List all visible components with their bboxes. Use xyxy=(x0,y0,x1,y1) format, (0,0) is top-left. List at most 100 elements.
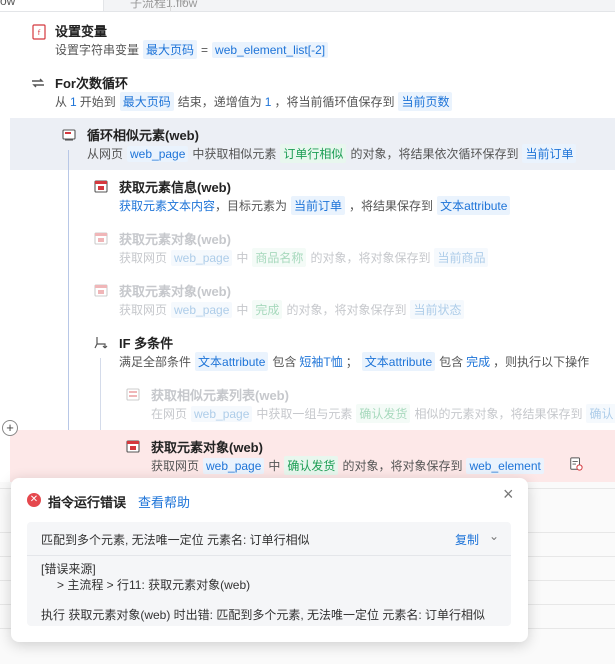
step-description: 满足全部条件 文本attribute 包含 短袖T恤；文本attribute 包含 完成，… xyxy=(119,352,589,371)
step-get-similar-list-disabled[interactable]: 获取相似元素列表(web) 在网页 web_page 中获取一组与元素 确认发货 相似的… xyxy=(10,378,615,430)
desc-text: 获取网页 xyxy=(119,251,168,265)
chevron-down-icon[interactable]: ⌄ xyxy=(489,529,499,543)
desc-text: 中 xyxy=(236,251,249,265)
tab-add-button[interactable]: + xyxy=(170,0,200,11)
element-tag: 确认发货 xyxy=(284,456,339,475)
desc-text: 中获取相似元素 xyxy=(192,147,277,161)
desc-text: 获取网页 xyxy=(151,459,200,473)
close-icon[interactable]: × xyxy=(503,484,514,505)
step-set-variable[interactable]: f 设置变量 设置字符串变量 最大页码 = web_element_list[-2] xyxy=(10,14,615,64)
divider xyxy=(27,555,511,556)
desc-text: 的对象，将对象保存到 xyxy=(310,251,431,265)
step-get-element-info[interactable]: 获取元素信息(web) 获取元素文本内容，目标元素为 当前订单 ，将结果保存到 文本a… xyxy=(10,170,615,222)
loop-icon xyxy=(32,78,44,88)
save-tag: web_element xyxy=(466,458,544,474)
step-title: 获取相似元素列表(web) xyxy=(151,388,289,403)
error-details-box: 匹配到多个元素, 无法唯一定位 元素名: 订单行相似 复制 ⌄ [错误来源] >… xyxy=(27,522,511,626)
save-tag: 当前商品 xyxy=(434,248,489,267)
value-tag: web_element_list[-2] xyxy=(212,42,329,58)
step-for-loop[interactable]: For次数循环 从 1 开始到 最大页码 结束，递增值为 1 ，将当前循环值保存到 当前页数 xyxy=(10,66,615,118)
tab-main-flow[interactable]: ow xyxy=(0,0,104,11)
step-get-element-object-error[interactable]: 获取元素对象(web) 获取网页 web_page 中确认发货 的对象，将对象保存到 w… xyxy=(10,430,615,482)
help-link[interactable]: 查看帮助 xyxy=(138,492,190,511)
step-description: 获取网页 web_page 中完成 的对象，将对象保存到 当前状态 xyxy=(119,300,468,319)
desc-text: 开始到 xyxy=(79,95,116,109)
step-get-element-object-disabled[interactable]: 获取元素对象(web) 获取网页 web_page 中完成 的对象，将对象保存到 当前状… xyxy=(10,274,615,326)
desc-text: 的对象，将对象保存到 xyxy=(286,303,407,317)
step-description: 从 1 开始到 最大页码 结束，递增值为 1 ，将当前循环值保存到 当前页数 xyxy=(55,92,456,111)
desc-text: 在网页 xyxy=(151,407,188,421)
desc-text: 的对象，将结果依次循环保存到 xyxy=(350,147,519,161)
element-tag: 商品名称 xyxy=(252,248,307,267)
condition-var-tag: 文本attribute xyxy=(195,352,269,371)
page-tag: web_page xyxy=(127,146,189,162)
error-popup: ✕ 指令运行错误 查看帮助 × 匹配到多个元素, 无法唯一定位 元素名: 订单行… xyxy=(11,478,528,642)
step-title: 获取元素信息(web) xyxy=(119,180,231,195)
step-title: 获取元素对象(web) xyxy=(119,284,231,299)
if-branch-icon xyxy=(94,337,108,349)
page-tag: web_page xyxy=(191,406,253,422)
step-title: For次数循环 xyxy=(55,76,128,91)
condition-value: 完成 xyxy=(466,355,491,369)
step-value: 1 xyxy=(264,95,272,109)
error-icon: ✕ xyxy=(27,493,41,507)
tab-label: ow xyxy=(0,0,16,8)
start-value: 1 xyxy=(70,95,77,109)
element-tag: 确认发货 xyxy=(356,404,411,423)
element-tag: 完成 xyxy=(252,300,283,319)
error-source-path: > 主流程 > 行11: 获取元素对象(web) xyxy=(57,578,251,592)
element-object-icon xyxy=(94,232,108,245)
var-tag: 最大页码 xyxy=(143,40,198,59)
loop-similar-icon xyxy=(62,129,76,141)
page-tag: web_page xyxy=(203,458,265,474)
element-list-icon xyxy=(126,388,140,401)
save-tag: 确认 xyxy=(586,404,615,423)
page-tag: web_page xyxy=(171,250,233,266)
separator-text: ； xyxy=(345,355,358,369)
error-message: 匹配到多个元素, 无法唯一定位 元素名: 订单行相似 xyxy=(41,533,310,547)
save-tag: 当前页数 xyxy=(398,92,453,111)
eq-sign: = xyxy=(201,43,209,57)
desc-text: ，将当前循环值保存到 xyxy=(274,95,395,109)
error-detail: 执行 获取元素对象(web) 时出错: 匹配到多个元素, 无法唯一定位 元素名:… xyxy=(41,608,486,622)
step-description: 获取网页 web_page 中确认发货 的对象，将对象保存到 web_element xyxy=(151,456,548,475)
save-tag: 当前状态 xyxy=(410,300,465,319)
desc-text: 从 xyxy=(55,95,68,109)
step-title: IF 多条件 xyxy=(119,336,174,351)
operator-text: 包含 xyxy=(439,355,464,369)
save-tag: 文本attribute xyxy=(437,196,511,215)
desc-text: ，将结果保存到 xyxy=(349,199,434,213)
step-description: 从网页 web_page 中获取相似元素 订单行相似 的对象，将结果依次循环保存到 当前订… xyxy=(87,144,580,163)
left-gutter xyxy=(0,12,10,482)
copy-button[interactable]: 复制 xyxy=(455,531,479,548)
step-get-element-object-disabled[interactable]: 获取元素对象(web) 获取网页 web_page 中商品名称 的对象，将对象保存到当… xyxy=(10,222,615,274)
desc-text: 结束，递增值为 xyxy=(177,95,262,109)
end-tag: 最大页码 xyxy=(119,92,174,111)
page-tag: web_page xyxy=(171,302,233,318)
desc-text: 中获取一组与元素 xyxy=(256,407,353,421)
save-tag: 当前订单 xyxy=(522,144,577,163)
step-title: 循环相似元素(web) xyxy=(87,128,199,143)
document-error-icon[interactable] xyxy=(569,457,583,471)
element-object-icon xyxy=(94,284,108,297)
desc-text: 中 xyxy=(236,303,249,317)
condition-value: 短袖T恤 xyxy=(299,355,343,369)
element-tag: 订单行相似 xyxy=(280,144,347,163)
desc-text: 从网页 xyxy=(87,147,124,161)
desc-text: ，目标元素为 xyxy=(215,199,288,213)
element-info-icon xyxy=(94,180,108,193)
step-loop-similar[interactable]: 循环相似元素(web) 从网页 web_page 中获取相似元素 订单行相似 的对象，将… xyxy=(10,118,615,170)
step-description: 设置字符串变量 最大页码 = web_element_list[-2] xyxy=(55,40,332,59)
desc-text: 中 xyxy=(268,459,281,473)
set-variable-icon: f xyxy=(32,24,46,40)
desc-text: 的对象，将对象保存到 xyxy=(342,459,463,473)
step-title: 获取元素对象(web) xyxy=(151,440,263,455)
operator-text: 包含 xyxy=(272,355,297,369)
desc-text: 获取网页 xyxy=(119,303,168,317)
desc-text: 相似的元素对象，将结果保存到 xyxy=(414,407,583,421)
step-title: 获取元素对象(web) xyxy=(119,232,231,247)
step-title: 设置变量 xyxy=(55,24,108,39)
error-source-label: [错误来源] xyxy=(41,562,96,576)
add-step-button[interactable]: + xyxy=(2,420,18,436)
step-description: 获取网页 web_page 中商品名称 的对象，将对象保存到 当前商品 xyxy=(119,248,492,267)
